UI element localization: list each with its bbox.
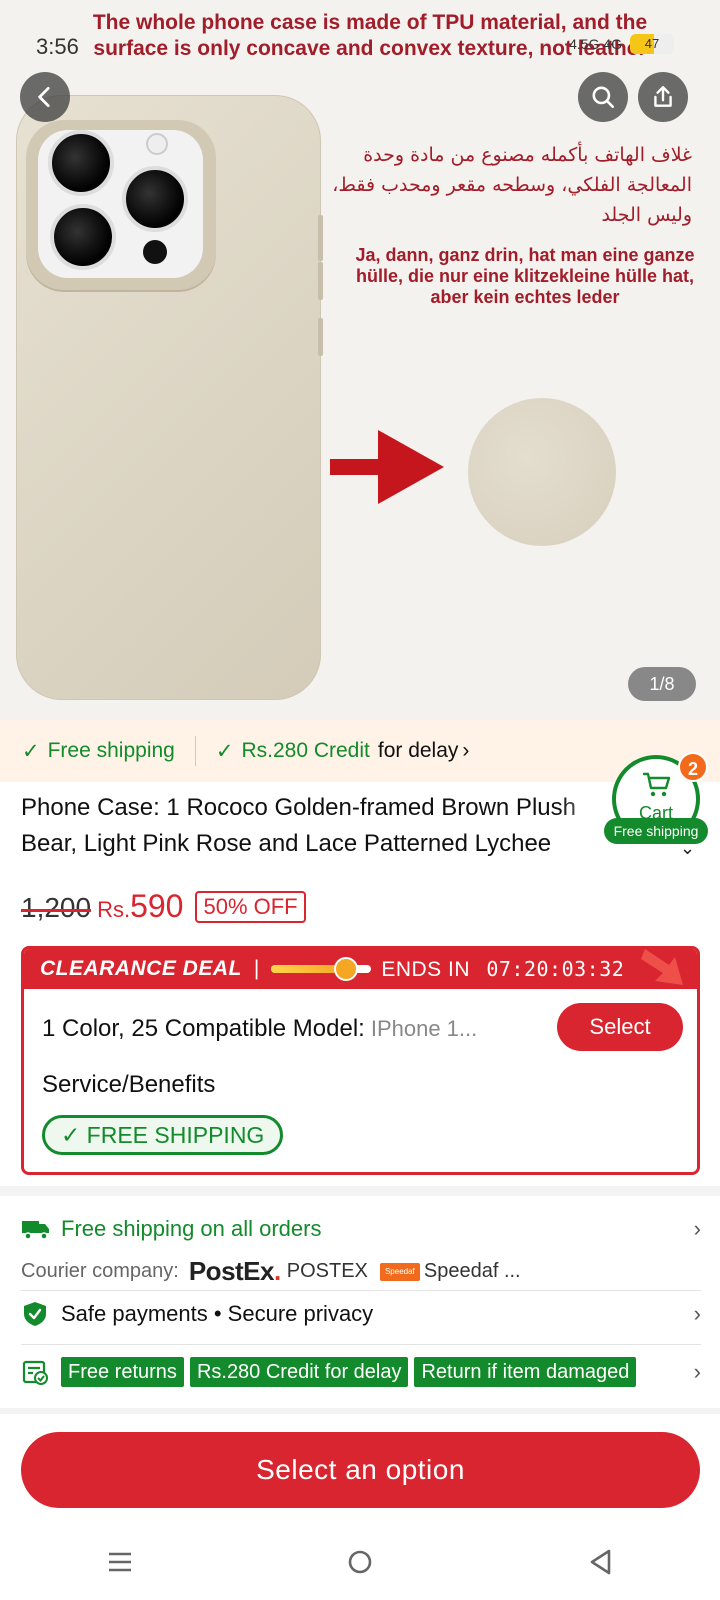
share-icon — [654, 86, 672, 107]
cart-icon — [642, 772, 671, 797]
divider — [21, 1344, 701, 1345]
credit-label: Rs.280 Credit — [241, 739, 370, 762]
camera-lens — [50, 204, 116, 270]
returns-icon — [22, 1360, 48, 1385]
shield-check-icon — [24, 1302, 46, 1326]
free-shipping-pill: ✓ FREE SHIPPING — [42, 1115, 284, 1155]
arrow-icon — [330, 459, 380, 475]
variant-selector[interactable]: 1 Color, 25 Compatible Model: IPhone 1... — [42, 1015, 477, 1043]
free-shipping-label: Free shipping — [47, 739, 175, 762]
divider — [21, 1290, 701, 1291]
benefit-tag: Rs.280 Credit for delay — [189, 1357, 409, 1387]
chevron-right-icon: › — [462, 739, 470, 762]
network-indicator: 4.5G 4G — [569, 36, 622, 52]
menu-icon — [109, 1552, 131, 1572]
divider — [194, 736, 196, 766]
battery-level: 47 — [644, 36, 660, 51]
deal-progress-bar — [271, 957, 372, 981]
camera-lens — [122, 166, 188, 232]
variant-label: 1 Color, 25 Compatible Model: — [42, 1015, 365, 1042]
back-button[interactable] — [20, 72, 70, 122]
clock-icon — [334, 957, 359, 981]
free-shipping-pill-label: FREE SHIPPING — [86, 1122, 265, 1148]
share-button[interactable] — [638, 72, 688, 122]
price-row: 1,200 Rs. 590 50% OFF — [21, 888, 306, 925]
chevron-right-icon: › — [693, 1301, 701, 1326]
deal-body: 1 Color, 25 Compatible Model: IPhone 1...… — [24, 989, 697, 1172]
postex-logo: PostEx. — [188, 1256, 281, 1286]
arrow-head-icon — [378, 430, 444, 504]
original-price: 1,200 — [21, 892, 92, 923]
chevron-right-icon: › — [693, 1359, 701, 1384]
status-time: 3:56 — [36, 34, 79, 59]
recent-apps-button[interactable] — [90, 1532, 150, 1592]
countdown-timer: 07:20:03:32 — [486, 956, 625, 981]
select-variant-button[interactable]: Select — [557, 1003, 683, 1051]
arabic-description: غلاف الهاتف بأكمله مصنوع من مادة وحدة ال… — [332, 144, 692, 226]
deal-header: CLEARANCE DEAL | ENDS IN 07:20:03:32 — [24, 949, 697, 989]
postex-name: POSTEX — [286, 1260, 368, 1282]
speedaf-logo: Speedaf — [379, 1262, 420, 1281]
select-an-option-button[interactable]: Select an option — [21, 1432, 700, 1508]
section-divider — [0, 1408, 720, 1414]
texture-swatch — [468, 398, 616, 546]
check-icon: ✓ — [22, 739, 40, 763]
safe-payments-row[interactable]: Safe payments • Secure privacy › — [21, 1300, 701, 1328]
speedaf-name: Speedaf ... — [423, 1260, 521, 1282]
shipping-info-row[interactable]: Free shipping on all orders › — [21, 1216, 701, 1242]
currency-symbol: Rs. — [97, 897, 131, 922]
phone-side-button — [318, 262, 323, 300]
variant-value: IPhone 1... — [370, 1016, 478, 1041]
discount-badge: 50% OFF — [195, 890, 306, 923]
returns-row[interactable]: Free returns Rs.280 Credit for delay Ret… — [21, 1356, 701, 1388]
status-icons: 4.5G 4G 47 — [569, 34, 674, 54]
ends-in-label: ENDS IN — [381, 957, 470, 981]
battery-icon: 47 — [630, 34, 674, 54]
cart-free-shipping-badge: Free shipping — [604, 818, 708, 844]
chevron-left-icon — [38, 86, 50, 108]
free-shipping-all-orders: Free shipping on all orders — [61, 1216, 322, 1241]
home-circle-icon — [348, 1550, 372, 1574]
chevron-right-icon: › — [693, 1216, 701, 1241]
safe-payments-label: Safe payments • Secure privacy — [61, 1301, 374, 1326]
product-title: Phone Case: 1 Rococo Golden-framed Brown… — [21, 794, 576, 857]
sale-price: 590 — [130, 888, 184, 924]
system-back-button[interactable] — [570, 1532, 630, 1592]
camera-flash — [146, 133, 168, 155]
cart-count-badge: 2 — [678, 752, 708, 782]
deal-title: CLEARANCE DEAL — [40, 957, 242, 980]
courier-row: Courier company: PostEx. POSTEX Speedaf … — [21, 1256, 701, 1287]
benefit-tag: Free returns — [61, 1357, 184, 1387]
benefit-tag: Return if item damaged — [414, 1357, 637, 1387]
camera-lens — [48, 130, 114, 196]
arrow-down-icon — [641, 949, 683, 985]
check-icon: ✓ — [215, 739, 234, 763]
system-navigation-bar — [0, 1524, 720, 1600]
check-icon: ✓ — [61, 1122, 81, 1148]
german-description: Ja, dann, ganz drin, hat man eine ganze … — [355, 245, 695, 307]
phone-side-button — [318, 318, 323, 356]
search-button[interactable] — [578, 72, 628, 122]
deal-countdown: ENDS IN 07:20:03:32 — [381, 957, 624, 982]
home-button[interactable] — [330, 1532, 390, 1592]
deal-separator: | — [253, 957, 260, 980]
section-divider — [0, 1186, 720, 1196]
courier-label: Courier company: — [21, 1260, 179, 1282]
search-icon — [592, 86, 615, 109]
service-benefits-label: Service/Benefits — [42, 1071, 216, 1098]
truck-icon — [22, 1221, 49, 1240]
camera-sensor — [143, 240, 167, 264]
credit-suffix: for delay — [377, 739, 459, 762]
clearance-deal-card: CLEARANCE DEAL | ENDS IN 07:20:03:32 1 C… — [21, 946, 700, 1175]
shipping-banner[interactable]: ✓ Free shipping ✓ Rs.280 Credit for dela… — [0, 720, 720, 782]
image-page-counter: 1/8 — [628, 667, 696, 701]
benefit-tags: Free returns Rs.280 Credit for delay Ret… — [61, 1357, 685, 1387]
triangle-back-icon — [590, 1549, 611, 1575]
